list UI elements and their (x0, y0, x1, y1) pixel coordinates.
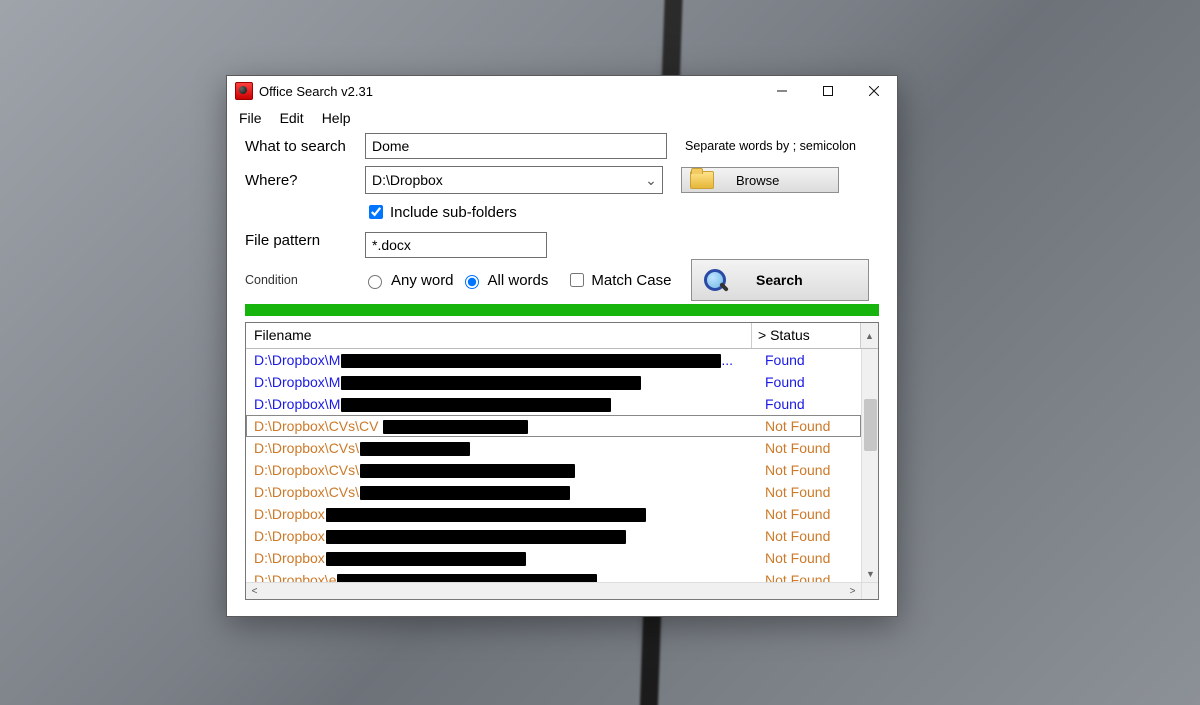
redacted-text (341, 354, 721, 368)
result-filename: D:\Dropbox\CVs\ (254, 459, 763, 481)
results-panel: Filename > Status ▲ D:\Dropbox\M...Found… (245, 322, 879, 600)
match-case-checkbox[interactable] (570, 273, 584, 287)
minimize-button[interactable] (759, 76, 805, 106)
redacted-text (360, 442, 470, 456)
search-form: What to search Separate words by ; semic… (227, 132, 897, 300)
browse-label: Browse (736, 173, 779, 188)
result-filename: D:\Dropbox\CVs\CV (254, 415, 763, 437)
vertical-scroll-thumb[interactable] (864, 399, 877, 451)
result-status: Not Found (763, 481, 853, 503)
label-condition: Condition (245, 273, 313, 287)
vertical-scrollbar[interactable]: ▼ (861, 349, 878, 582)
horizontal-scrollbar[interactable]: < > (246, 582, 861, 599)
result-filename: D:\Dropbox (254, 547, 763, 569)
desktop-background: Office Search v2.31 File Edit Help What … (0, 0, 1200, 705)
result-filename: D:\Dropbox (254, 503, 763, 525)
redacted-text (360, 486, 570, 500)
menu-bar: File Edit Help (227, 106, 897, 132)
app-icon (235, 82, 253, 100)
menu-file[interactable]: File (239, 110, 262, 126)
result-status: Found (763, 393, 853, 415)
result-row[interactable]: D:\DropboxNot Found (246, 525, 861, 547)
result-filename: D:\Dropbox\CVs\ (254, 437, 763, 459)
browse-button[interactable]: Browse (681, 167, 839, 193)
close-button[interactable] (851, 76, 897, 106)
radio-all-words[interactable] (465, 275, 479, 289)
progress-bar (245, 304, 879, 316)
redacted-text (326, 530, 626, 544)
result-row[interactable]: D:\Dropbox\M...Found (246, 349, 861, 371)
result-row[interactable]: D:\Dropbox\CVs\Not Found (246, 437, 861, 459)
where-combobox[interactable]: D:\Dropbox ⌄ (365, 166, 663, 194)
result-row[interactable]: D:\Dropbox\eNot Found (246, 569, 861, 582)
search-text-input[interactable] (365, 133, 667, 159)
scroll-left-button[interactable]: < (246, 583, 263, 600)
column-filename[interactable]: Filename (246, 323, 752, 348)
redacted-text (341, 398, 611, 412)
radio-all-words-label: All words (488, 272, 549, 289)
radio-any-word[interactable] (368, 275, 382, 289)
chevron-down-icon: ⌄ (640, 172, 662, 189)
search-icon (702, 267, 728, 293)
result-row[interactable]: D:\DropboxNot Found (246, 547, 861, 569)
result-status: Not Found (763, 525, 853, 547)
result-status: Not Found (763, 415, 853, 437)
result-status: Found (763, 371, 853, 393)
file-pattern-input[interactable] (365, 232, 547, 258)
result-filename: D:\Dropbox\M (254, 371, 763, 393)
include-subfolders-label: Include sub-folders (390, 204, 517, 221)
result-filename: D:\Dropbox (254, 525, 763, 547)
results-list[interactable]: D:\Dropbox\M...FoundD:\Dropbox\MFoundD:\… (246, 349, 861, 582)
redacted-text (337, 574, 597, 582)
result-row[interactable]: D:\Dropbox\MFound (246, 393, 861, 415)
redacted-text (326, 508, 646, 522)
result-row[interactable]: D:\Dropbox\CVs\Not Found (246, 481, 861, 503)
menu-help[interactable]: Help (322, 110, 351, 126)
result-status: Found (763, 349, 853, 371)
redacted-text (360, 464, 575, 478)
maximize-button[interactable] (805, 76, 851, 106)
column-status[interactable]: > Status (752, 323, 861, 348)
match-case-label: Match Case (591, 272, 671, 289)
result-filename: D:\Dropbox\CVs\ (254, 481, 763, 503)
result-filename: D:\Dropbox\e (254, 569, 763, 582)
label-pattern: File pattern (245, 232, 365, 249)
search-button[interactable]: Search (691, 259, 869, 301)
result-status: Not Found (763, 459, 853, 481)
result-filename: D:\Dropbox\M... (254, 349, 763, 371)
where-value: D:\Dropbox (366, 172, 640, 188)
scroll-corner (861, 582, 878, 599)
result-status: Not Found (763, 503, 853, 525)
search-button-label: Search (756, 272, 803, 288)
window-title: Office Search v2.31 (259, 84, 759, 99)
scroll-right-button[interactable]: > (844, 583, 861, 600)
redacted-text (383, 420, 528, 434)
result-filename: D:\Dropbox\M (254, 393, 763, 415)
hint-text: Separate words by ; semicolon (685, 139, 856, 153)
redacted-text (341, 376, 641, 390)
result-row[interactable]: D:\Dropbox\MFound (246, 371, 861, 393)
result-row[interactable]: D:\Dropbox\CVs\CV Not Found (246, 415, 861, 437)
scroll-up-button[interactable]: ▲ (861, 323, 878, 348)
redacted-text (326, 552, 526, 566)
label-what: What to search (245, 138, 365, 155)
result-status: Not Found (763, 569, 853, 582)
result-status: Not Found (763, 437, 853, 459)
include-subfolders-checkbox[interactable] (369, 205, 383, 219)
titlebar[interactable]: Office Search v2.31 (227, 76, 897, 106)
results-header: Filename > Status ▲ (246, 323, 878, 349)
scroll-down-button[interactable]: ▼ (862, 565, 879, 582)
app-window: Office Search v2.31 File Edit Help What … (226, 75, 898, 617)
menu-edit[interactable]: Edit (280, 110, 304, 126)
label-where: Where? (245, 172, 365, 189)
folder-icon (690, 171, 714, 189)
result-status: Not Found (763, 547, 853, 569)
result-row[interactable]: D:\Dropbox\CVs\Not Found (246, 459, 861, 481)
radio-any-word-label: Any word (391, 272, 454, 289)
result-row[interactable]: D:\DropboxNot Found (246, 503, 861, 525)
